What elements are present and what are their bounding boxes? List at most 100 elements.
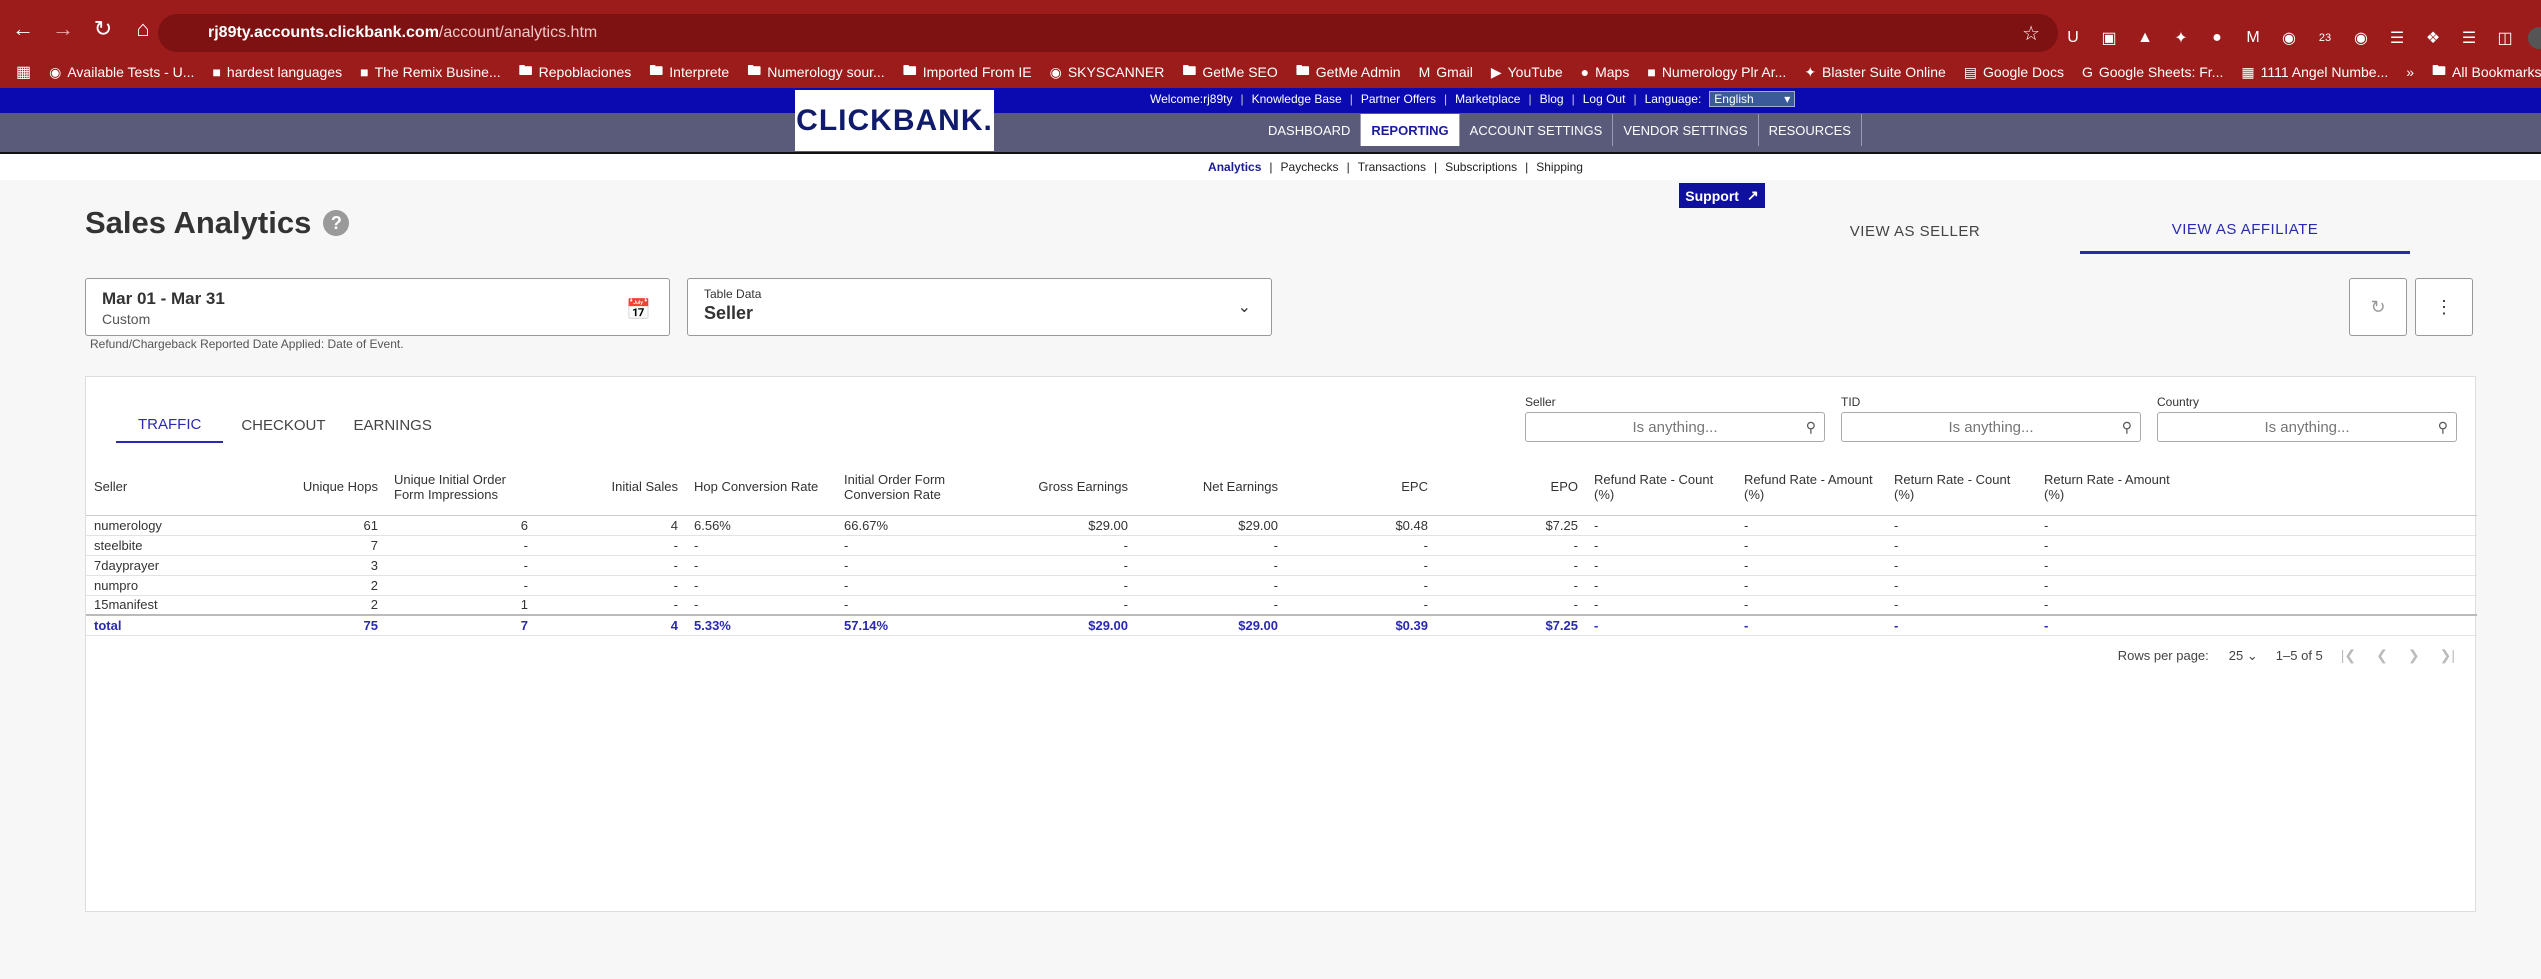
back-icon[interactable]: ← xyxy=(6,12,40,46)
extension-badge-icon[interactable]: 23 xyxy=(2312,25,2338,51)
seller-filter-input[interactable]: Is anything... ⚲ xyxy=(1525,412,1825,442)
external-link-icon: ↗ xyxy=(1746,187,1759,203)
column-header[interactable]: EPO xyxy=(1436,459,1586,516)
bookmark-folder[interactable]: 🖿 Numerology sour... xyxy=(747,60,885,84)
bookmark-item[interactable]: ◉ SKYSCANNER xyxy=(1050,64,1165,81)
subnav-analytics[interactable]: Analytics xyxy=(1208,160,1261,174)
partner-offers-link[interactable]: Partner Offers xyxy=(1361,92,1436,106)
tab-traffic[interactable]: TRAFFIC xyxy=(116,407,224,443)
first-page-icon[interactable]: |❮ xyxy=(2341,647,2356,664)
column-header[interactable]: Refund Rate - Amount (%) xyxy=(1736,459,1886,516)
column-header[interactable]: Initial Sales xyxy=(536,459,686,516)
bookmark-item[interactable]: ▦ 1111 Angel Numbe... xyxy=(2241,64,2388,81)
table-cell: - xyxy=(1886,575,2036,596)
home-icon[interactable]: ⌂ xyxy=(126,12,160,46)
table-cell: $29.00 xyxy=(986,515,1136,536)
bookmark-item[interactable]: ✦ Blaster Suite Online xyxy=(1804,64,1945,81)
extension-icon[interactable]: ● xyxy=(2204,25,2230,51)
column-header[interactable]: Unique Hops xyxy=(236,459,386,516)
bookmark-item[interactable]: ◉ Available Tests - U... xyxy=(49,64,194,81)
more-options-button[interactable]: ⋮ xyxy=(2415,278,2473,336)
column-header[interactable]: Seller xyxy=(86,459,236,516)
column-header[interactable]: Net Earnings xyxy=(1136,459,1286,516)
bookmark-folder[interactable]: 🖿 GetMe Admin xyxy=(1296,60,1401,84)
extension-icon[interactable]: ▲ xyxy=(2132,25,2158,51)
all-bookmarks[interactable]: 🖿 All Bookmarks xyxy=(2432,60,2541,84)
split-view-icon[interactable]: ◫ xyxy=(2492,25,2518,51)
tab-resources[interactable]: RESOURCES xyxy=(1759,114,1862,146)
bookmark-item[interactable]: ■ hardest languages xyxy=(212,64,342,80)
bookmarks-overflow-icon[interactable]: » xyxy=(2406,64,2414,80)
reload-icon[interactable]: ↻ xyxy=(86,12,120,46)
column-header[interactable]: Return Rate - Amount (%) xyxy=(2036,459,2186,516)
address-bar[interactable]: rj89ty.accounts.clickbank.com/account/an… xyxy=(158,14,2058,52)
tab-checkout[interactable]: CHECKOUT xyxy=(231,407,335,443)
column-header[interactable]: Gross Earnings xyxy=(986,459,1136,516)
tab-view-as-affiliate[interactable]: VIEW AS AFFILIATE xyxy=(2080,208,2410,254)
tab-view-as-seller[interactable]: VIEW AS SELLER xyxy=(1750,208,2080,254)
subnav-transactions[interactable]: Transactions xyxy=(1358,160,1426,174)
rows-per-page-select[interactable]: 25 ⌄ xyxy=(2229,648,2258,664)
extension-icon[interactable]: M xyxy=(2240,25,2266,51)
extension-icon[interactable]: U xyxy=(2060,25,2086,51)
tab-vendor-settings[interactable]: VENDOR SETTINGS xyxy=(1613,114,1759,146)
subnav-shipping[interactable]: Shipping xyxy=(1536,160,1583,174)
extension-icon[interactable]: ◉ xyxy=(2276,25,2302,51)
apps-grid-icon[interactable]: ▦ xyxy=(16,62,31,82)
reading-list-icon[interactable]: ☰ xyxy=(2384,25,2410,51)
subnav-paychecks[interactable]: Paychecks xyxy=(1281,160,1339,174)
column-header[interactable]: Hop Conversion Rate xyxy=(686,459,836,516)
knowledge-base-link[interactable]: Knowledge Base xyxy=(1252,92,1342,106)
tab-search-icon[interactable]: ☰ xyxy=(2456,25,2482,51)
bookmark-item[interactable]: ■ The Remix Busine... xyxy=(360,64,501,80)
language-select[interactable]: English ▾ xyxy=(1709,91,1796,107)
help-icon[interactable]: ? xyxy=(323,210,350,236)
bookmark-item[interactable]: ▤ Google Docs xyxy=(1964,64,2064,81)
report-tabs: TRAFFIC CHECKOUT EARNINGS xyxy=(116,407,442,443)
support-button[interactable]: Support ↗ xyxy=(1679,183,1765,208)
next-page-icon[interactable]: ❯ xyxy=(2408,647,2420,664)
refresh-button[interactable]: ↻ xyxy=(2349,278,2407,336)
calendar-icon[interactable]: 📅 xyxy=(626,297,651,322)
column-header[interactable]: Return Rate - Count (%) xyxy=(1886,459,2036,516)
bookmark-item[interactable]: ● Maps xyxy=(1581,64,1630,80)
date-range-picker[interactable]: Mar 01 - Mar 31 Custom 📅 xyxy=(85,278,670,336)
bookmark-folder[interactable]: 🖿 Imported From IE xyxy=(903,60,1032,84)
column-header[interactable]: EPC xyxy=(1286,459,1436,516)
table-data-select[interactable]: Table Data Seller ⌄ xyxy=(687,278,1272,336)
logout-link[interactable]: Log Out xyxy=(1583,92,1626,106)
prev-page-icon[interactable]: ❮ xyxy=(2376,647,2388,664)
bookmark-item[interactable]: M Gmail xyxy=(1419,64,1473,80)
extension-icon[interactable]: ◉ xyxy=(2348,25,2374,51)
filter-placeholder: Is anything... xyxy=(1632,418,1718,436)
tab-earnings[interactable]: EARNINGS xyxy=(344,407,442,443)
bookmark-item[interactable]: G Google Sheets: Fr... xyxy=(2082,64,2223,80)
table-cell: - xyxy=(2036,614,2186,636)
tab-dashboard[interactable]: DASHBOARD xyxy=(1258,114,1362,146)
extension-icon[interactable]: ✦ xyxy=(2168,25,2194,51)
bookmark-folder[interactable]: 🖿 Repoblaciones xyxy=(519,60,632,84)
bookmark-folder[interactable]: 🖿 GetMe SEO xyxy=(1182,60,1277,84)
tab-reporting[interactable]: REPORTING xyxy=(1361,114,1460,146)
marketplace-link[interactable]: Marketplace xyxy=(1455,92,1520,106)
country-filter-input[interactable]: Is anything... ⚲ xyxy=(2157,412,2457,442)
profile-avatar[interactable] xyxy=(2528,27,2541,49)
last-page-icon[interactable]: ❯| xyxy=(2440,647,2455,664)
blog-link[interactable]: Blog xyxy=(1540,92,1564,106)
tab-account-settings[interactable]: ACCOUNT SETTINGS xyxy=(1460,114,1614,146)
forward-icon[interactable]: → xyxy=(46,12,80,46)
bookmark-item[interactable]: ▶ YouTube xyxy=(1491,64,1563,81)
extension-icon[interactable]: ▣ xyxy=(2096,25,2122,51)
clickbank-logo[interactable]: CLICKBANK. xyxy=(795,90,994,151)
bookmark-folder[interactable]: 🖿 Interprete xyxy=(649,60,729,84)
column-header[interactable]: Initial Order Form Conversion Rate xyxy=(836,459,986,516)
table-cell: - xyxy=(1436,535,1586,556)
maps-icon: ● xyxy=(1580,64,1590,80)
column-header[interactable]: Unique Initial Order Form Impressions xyxy=(386,459,536,516)
bookmark-item[interactable]: ■ Numerology Plr Ar... xyxy=(1647,64,1786,80)
column-header[interactable]: Refund Rate - Count (%) xyxy=(1586,459,1736,516)
bookmark-star-icon[interactable]: ☆ xyxy=(2022,21,2040,46)
tid-filter-input[interactable]: Is anything... ⚲ xyxy=(1841,412,2141,442)
extensions-puzzle-icon[interactable]: ❖ xyxy=(2420,25,2446,51)
subnav-subscriptions[interactable]: Subscriptions xyxy=(1445,160,1517,174)
